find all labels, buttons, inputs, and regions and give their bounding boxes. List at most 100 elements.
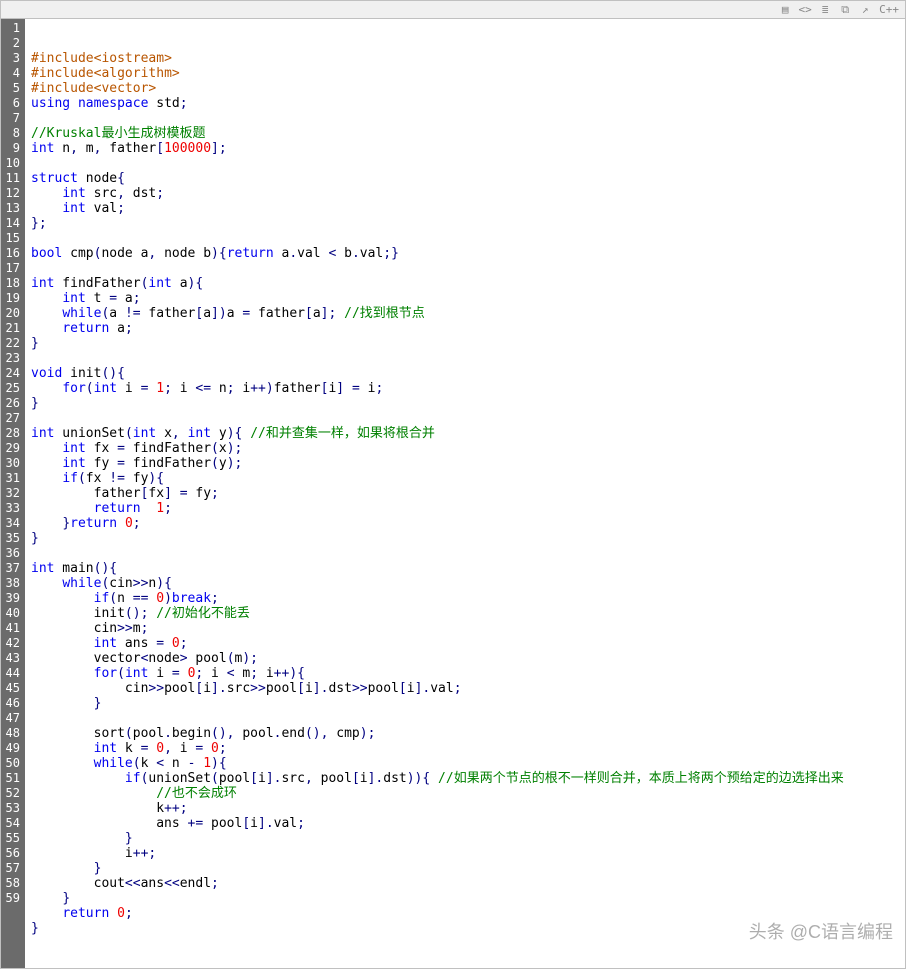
line-number: 28: [4, 426, 20, 441]
code-icon[interactable]: <>: [797, 3, 813, 17]
line-number: 14: [4, 216, 20, 231]
line-number: 55: [4, 831, 20, 846]
code-line[interactable]: }: [31, 831, 905, 846]
code-line[interactable]: father[fx] = fy;: [31, 486, 905, 501]
code-line[interactable]: while(k < n - 1){: [31, 756, 905, 771]
line-number: 13: [4, 201, 20, 216]
line-number: 3: [4, 51, 20, 66]
line-number: 50: [4, 756, 20, 771]
line-number: 33: [4, 501, 20, 516]
line-number: 21: [4, 321, 20, 336]
line-number: 42: [4, 636, 20, 651]
code-line[interactable]: vector<node> pool(m);: [31, 651, 905, 666]
line-number: 36: [4, 546, 20, 561]
line-number: 26: [4, 396, 20, 411]
code-line[interactable]: int findFather(int a){: [31, 276, 905, 291]
code-line[interactable]: [31, 231, 905, 246]
code-line[interactable]: if(unionSet(pool[i].src, pool[i].dst)){ …: [31, 771, 905, 786]
code-line[interactable]: }: [31, 861, 905, 876]
editor-toolbar: ▤ <> ≣ ⧉ ↗ C++: [1, 1, 905, 19]
code-line[interactable]: //也不会成环: [31, 786, 905, 801]
code-line[interactable]: if(n == 0)break;: [31, 591, 905, 606]
code-line[interactable]: }return 0;: [31, 516, 905, 531]
code-line[interactable]: if(fx != fy){: [31, 471, 905, 486]
line-number: 51: [4, 771, 20, 786]
code-line[interactable]: int fy = findFather(y);: [31, 456, 905, 471]
wrap-icon[interactable]: ≣: [817, 3, 833, 17]
code-line[interactable]: init(); //初始化不能丢: [31, 606, 905, 621]
code-line[interactable]: cin>>pool[i].src>>pool[i].dst>>pool[i].v…: [31, 681, 905, 696]
code-line[interactable]: using namespace std;: [31, 96, 905, 111]
code-line[interactable]: return 0;: [31, 906, 905, 921]
code-line[interactable]: #include<algorithm>: [31, 66, 905, 81]
line-number: 45: [4, 681, 20, 696]
code-line[interactable]: [31, 351, 905, 366]
code-line[interactable]: int fx = findFather(x);: [31, 441, 905, 456]
code-line[interactable]: struct node{: [31, 171, 905, 186]
line-number: 25: [4, 381, 20, 396]
code-line[interactable]: cin>>m;: [31, 621, 905, 636]
code-content[interactable]: #include<iostream>#include<algorithm>#in…: [25, 19, 905, 968]
line-number: 47: [4, 711, 20, 726]
code-line[interactable]: [31, 546, 905, 561]
code-line[interactable]: }: [31, 336, 905, 351]
line-number: 15: [4, 231, 20, 246]
code-line[interactable]: sort(pool.begin(), pool.end(), cmp);: [31, 726, 905, 741]
line-number: 10: [4, 156, 20, 171]
code-line[interactable]: while(cin>>n){: [31, 576, 905, 591]
code-line[interactable]: [31, 156, 905, 171]
code-line[interactable]: [31, 111, 905, 126]
line-number: 9: [4, 141, 20, 156]
code-line[interactable]: k++;: [31, 801, 905, 816]
code-line[interactable]: //Kruskal最小生成树模板题: [31, 126, 905, 141]
line-number: 37: [4, 561, 20, 576]
code-line[interactable]: return 1;: [31, 501, 905, 516]
line-number: 58: [4, 876, 20, 891]
language-label[interactable]: C++: [877, 3, 901, 16]
code-line[interactable]: }: [31, 696, 905, 711]
code-line[interactable]: ans += pool[i].val;: [31, 816, 905, 831]
code-line[interactable]: #include<vector>: [31, 81, 905, 96]
code-line[interactable]: bool cmp(node a, node b){return a.val < …: [31, 246, 905, 261]
code-line[interactable]: cout<<ans<<endl;: [31, 876, 905, 891]
line-number: 46: [4, 696, 20, 711]
line-number: 7: [4, 111, 20, 126]
line-number: 8: [4, 126, 20, 141]
code-line[interactable]: int k = 0, i = 0;: [31, 741, 905, 756]
code-line[interactable]: for(int i = 1; i <= n; i++)father[i] = i…: [31, 381, 905, 396]
code-line[interactable]: int src, dst;: [31, 186, 905, 201]
line-number: 52: [4, 786, 20, 801]
code-line[interactable]: }: [31, 396, 905, 411]
copy-icon[interactable]: ⧉: [837, 3, 853, 17]
line-number: 32: [4, 486, 20, 501]
code-line[interactable]: return a;: [31, 321, 905, 336]
code-line[interactable]: }: [31, 921, 905, 936]
code-line[interactable]: void init(){: [31, 366, 905, 381]
code-line[interactable]: };: [31, 216, 905, 231]
code-line[interactable]: [31, 261, 905, 276]
code-line[interactable]: }: [31, 531, 905, 546]
code-line[interactable]: int n, m, father[100000];: [31, 141, 905, 156]
code-line[interactable]: int val;: [31, 201, 905, 216]
code-line[interactable]: [31, 711, 905, 726]
code-line[interactable]: for(int i = 0; i < m; i++){: [31, 666, 905, 681]
code-line[interactable]: int unionSet(int x, int y){ //和并查集一样，如果将…: [31, 426, 905, 441]
line-number: 19: [4, 291, 20, 306]
code-line[interactable]: int ans = 0;: [31, 636, 905, 651]
line-number: 18: [4, 276, 20, 291]
line-number: 54: [4, 816, 20, 831]
code-line[interactable]: i++;: [31, 846, 905, 861]
line-number: 35: [4, 531, 20, 546]
code-line[interactable]: [31, 411, 905, 426]
code-area: 1234567891011121314151617181920212223242…: [1, 19, 905, 968]
line-number: 53: [4, 801, 20, 816]
view-icon[interactable]: ▤: [777, 3, 793, 17]
code-line[interactable]: int main(){: [31, 561, 905, 576]
line-number: 5: [4, 81, 20, 96]
code-line[interactable]: #include<iostream>: [31, 51, 905, 66]
code-line[interactable]: while(a != father[a])a = father[a]; //找到…: [31, 306, 905, 321]
code-line[interactable]: int t = a;: [31, 291, 905, 306]
line-number: 39: [4, 591, 20, 606]
line-number: 23: [4, 351, 20, 366]
popout-icon[interactable]: ↗: [857, 3, 873, 17]
